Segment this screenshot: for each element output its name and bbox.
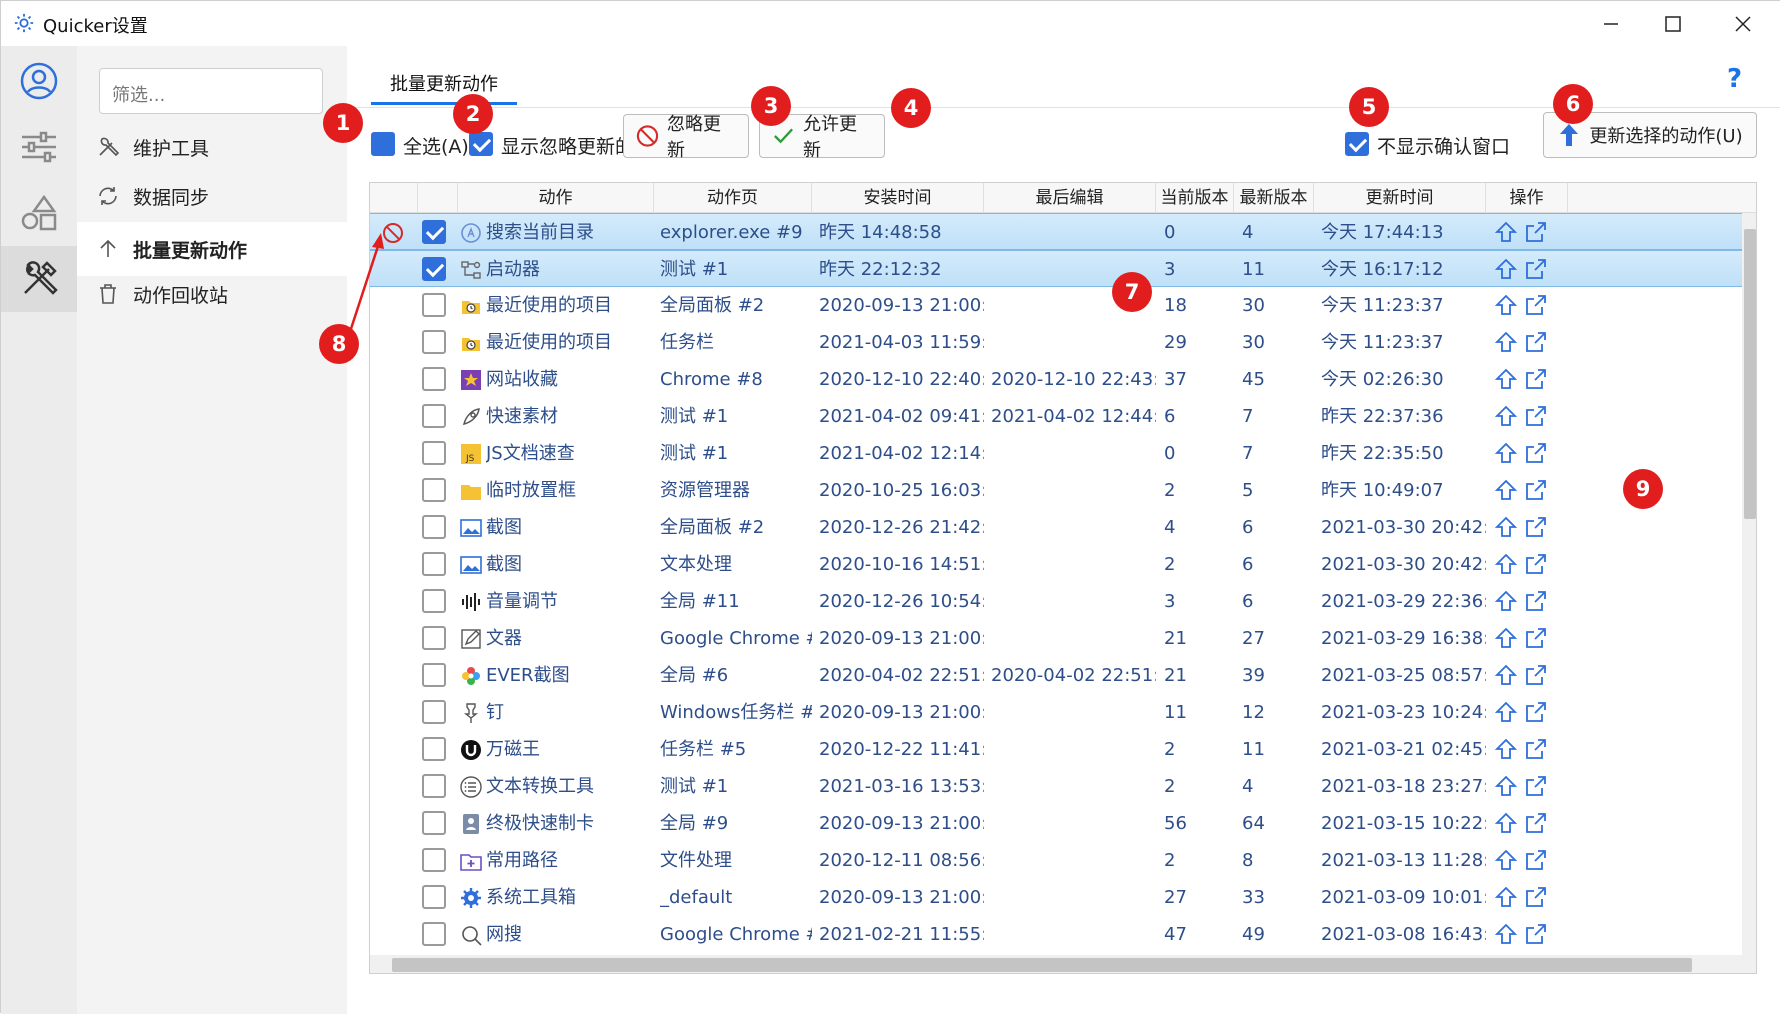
annotation-arrow <box>345 233 384 342</box>
annotation-badge-3: 3 <box>751 86 791 126</box>
annotation-badge-2: 2 <box>453 94 493 134</box>
settings-window: Quicker设置 筛选... 维护工具 数据同步 批量更新动作 动作回收站 批… <box>0 0 1780 1014</box>
annotation-badge-6: 6 <box>1553 84 1593 124</box>
annotation-badge-1: 1 <box>323 103 363 143</box>
annotation-badge-4: 4 <box>891 88 931 128</box>
annotation-badge-8: 8 <box>319 324 359 364</box>
annotation-badge-5: 5 <box>1349 87 1389 127</box>
annotation-badge-9: 9 <box>1623 469 1663 509</box>
annotation-badge-7: 7 <box>1112 272 1152 312</box>
